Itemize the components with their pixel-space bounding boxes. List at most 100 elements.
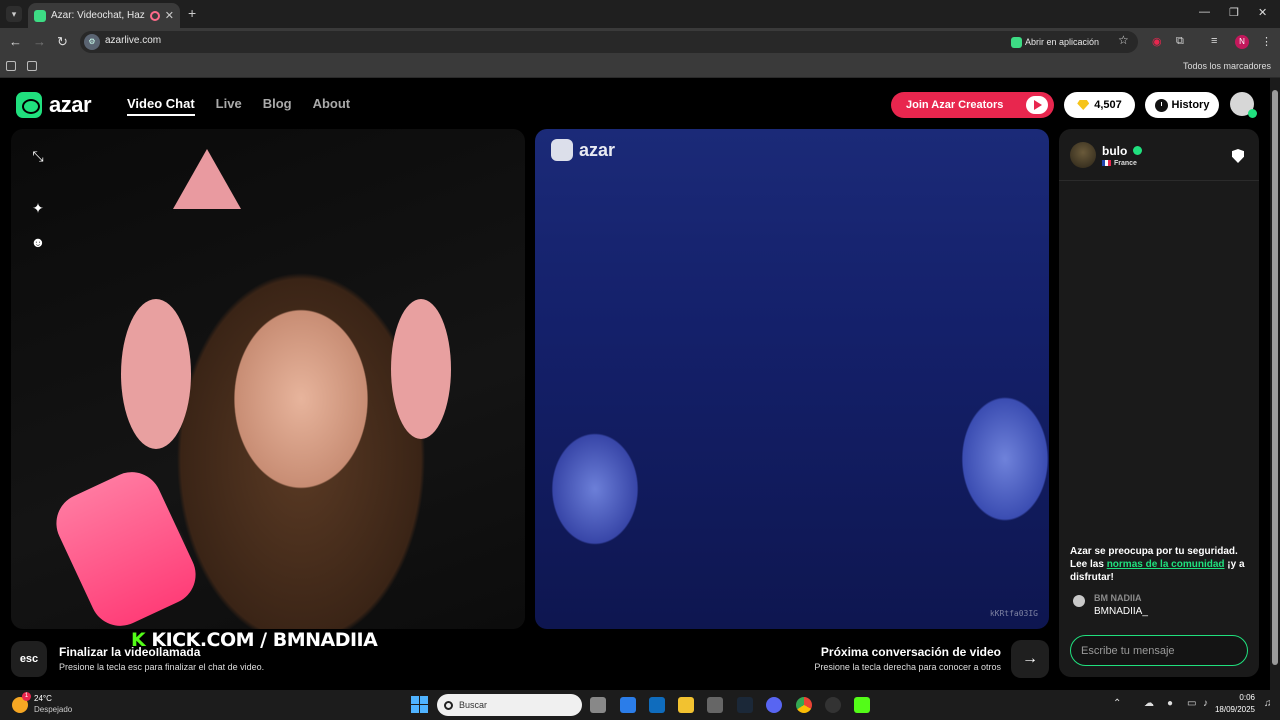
azar-favicon-icon bbox=[34, 9, 46, 22]
bookmark-star-icon[interactable]: ☆ bbox=[1118, 33, 1129, 47]
next-chat-title: Próxima conversación de video bbox=[820, 645, 1001, 659]
url-text: azarlive.com bbox=[105, 35, 162, 46]
report-shield-icon[interactable] bbox=[1232, 149, 1244, 163]
weather-badge: 1 bbox=[22, 692, 31, 701]
bookmark-page-icon[interactable] bbox=[6, 61, 16, 71]
effects-sparkle-icon[interactable]: ✦ bbox=[30, 200, 46, 216]
clock-icon bbox=[1154, 98, 1168, 112]
store-icon[interactable] bbox=[620, 697, 636, 713]
extension-icon[interactable]: ◉ bbox=[1152, 35, 1162, 48]
file-explorer-icon[interactable] bbox=[678, 697, 694, 713]
close-window-icon[interactable]: ✕ bbox=[1258, 6, 1267, 19]
history-button[interactable]: History bbox=[1145, 92, 1219, 118]
notifications-bell-icon[interactable]: ♫ bbox=[1264, 698, 1272, 709]
next-chat-arrow-icon[interactable]: → bbox=[1011, 640, 1049, 678]
community-guidelines-link[interactable]: normas de la comunidad bbox=[1107, 559, 1225, 570]
minimize-video-icon[interactable]: ⤡ bbox=[30, 148, 46, 164]
weather-condition: Despejado bbox=[34, 705, 73, 714]
minimize-window-icon[interactable]: — bbox=[1199, 6, 1210, 18]
kick-icon[interactable] bbox=[854, 697, 870, 713]
nav-live[interactable]: Live bbox=[216, 96, 242, 116]
browser-menu-icon[interactable]: ⋮ bbox=[1261, 35, 1272, 48]
tab-title: Azar: Videochat, Haz nuevo bbox=[51, 10, 145, 21]
nav-about[interactable]: About bbox=[313, 96, 351, 116]
stream-handle: KICK.COM / BMNADIIA bbox=[151, 629, 378, 651]
video-watermark: kKRtfa03IG bbox=[989, 609, 1038, 618]
main-nav: Video Chat Live Blog About bbox=[127, 96, 350, 116]
microphone-icon[interactable]: ● bbox=[1167, 698, 1173, 709]
back-arrow-icon[interactable]: ← bbox=[9, 34, 22, 49]
verified-badge-icon bbox=[1133, 146, 1142, 155]
network-icon[interactable]: ▭ bbox=[1187, 698, 1196, 709]
gems-count: 4,507 bbox=[1094, 99, 1122, 111]
browser-tab-azar[interactable]: Azar: Videochat, Haz nuevo ✕ bbox=[28, 3, 180, 28]
join-creators-label: Join Azar Creators bbox=[906, 99, 1004, 111]
end-call-button[interactable]: esc bbox=[11, 641, 47, 677]
open-in-app-label: Abrir en aplicación bbox=[1025, 37, 1100, 47]
chat-message-input[interactable] bbox=[1070, 635, 1248, 666]
play-icon bbox=[1026, 96, 1048, 114]
azar-video-logo: azar bbox=[551, 139, 615, 161]
all-bookmarks-link[interactable]: Todos los marcadores bbox=[1183, 61, 1271, 71]
message-text: BMNADIIA_ bbox=[1094, 606, 1148, 617]
obs-icon[interactable] bbox=[825, 697, 841, 713]
address-bar[interactable]: ⚙ azarlive.com Abrir en aplicación ☆ bbox=[80, 31, 1138, 53]
azar-logo-icon bbox=[551, 139, 573, 161]
bookmarks-bar: Todos los marcadores bbox=[0, 56, 1280, 78]
azar-logo-icon bbox=[16, 92, 42, 118]
partner-country: France bbox=[1102, 160, 1137, 167]
page-scrollbar[interactable] bbox=[1270, 78, 1280, 690]
apps-grid-icon[interactable] bbox=[27, 61, 37, 71]
profile-avatar[interactable]: N bbox=[1235, 35, 1249, 49]
chat-panel: bulo France Azar se preocupa por tu segu… bbox=[1059, 129, 1259, 677]
cloud-icon[interactable]: ☁ bbox=[1144, 698, 1154, 709]
partner-video: azar kKRtfa03IG bbox=[535, 129, 1049, 629]
azar-logo[interactable]: azar bbox=[16, 92, 92, 118]
clock-time[interactable]: 0:06 bbox=[1239, 693, 1255, 702]
nav-video-chat[interactable]: Video Chat bbox=[127, 96, 195, 116]
tray-chevron-icon[interactable]: ⌃ bbox=[1113, 698, 1121, 709]
taskbar-search[interactable]: Buscar bbox=[437, 694, 582, 716]
temperature: 24°C bbox=[34, 694, 52, 703]
steam-icon[interactable] bbox=[737, 697, 753, 713]
user-avatar[interactable] bbox=[1230, 92, 1257, 118]
site-info-icon[interactable]: ⚙ bbox=[84, 34, 100, 50]
gems-balance-button[interactable]: 4,507 bbox=[1064, 92, 1135, 118]
close-tab-icon[interactable]: ✕ bbox=[165, 9, 174, 22]
restore-window-icon[interactable]: ❐ bbox=[1229, 6, 1239, 19]
task-view-icon[interactable] bbox=[590, 697, 606, 713]
nav-blog[interactable]: Blog bbox=[263, 96, 292, 116]
new-tab-button[interactable]: + bbox=[188, 5, 196, 21]
kick-logo-letter: K bbox=[131, 629, 146, 651]
scrollbar-thumb[interactable] bbox=[1272, 90, 1278, 665]
outlook-icon[interactable] bbox=[649, 697, 665, 713]
photos-icon[interactable] bbox=[707, 697, 723, 713]
recording-indicator-icon bbox=[149, 10, 160, 21]
tab-search-icon[interactable]: ▾ bbox=[6, 6, 22, 22]
face-filter-icon[interactable]: ☻ bbox=[30, 234, 46, 250]
chrome-icon[interactable] bbox=[796, 697, 812, 713]
discord-icon[interactable] bbox=[766, 697, 782, 713]
windows-start-icon[interactable] bbox=[411, 696, 428, 713]
reload-icon[interactable]: ↻ bbox=[57, 34, 68, 50]
volume-icon[interactable]: ♪ bbox=[1203, 698, 1208, 709]
partner-avatar[interactable] bbox=[1070, 142, 1096, 168]
forward-arrow-icon[interactable]: → bbox=[33, 34, 46, 49]
azar-app-icon bbox=[1011, 36, 1022, 48]
next-chat-hint: Presione la tecla derecha para conocer a… bbox=[814, 662, 1001, 672]
logo-wordmark: azar bbox=[49, 92, 92, 117]
video-logo-wordmark: azar bbox=[579, 139, 616, 160]
online-status-dot bbox=[1248, 109, 1257, 118]
gem-icon bbox=[1077, 100, 1090, 110]
join-creators-button[interactable]: Join Azar Creators bbox=[891, 92, 1054, 118]
cat-ear-shape bbox=[173, 149, 241, 209]
clock-date[interactable]: 18/09/2025 bbox=[1215, 705, 1255, 714]
headphone-shape bbox=[391, 299, 451, 439]
extensions-puzzle-icon[interactable]: ⧉ bbox=[1176, 35, 1184, 48]
chat-divider bbox=[1059, 180, 1259, 181]
browser-tab-bar: ▾ Azar: Videochat, Haz nuevo ✕ + — ❐ ✕ bbox=[0, 0, 1280, 28]
headphone-shape bbox=[121, 299, 191, 449]
media-controls-icon[interactable]: ≡ bbox=[1211, 35, 1217, 47]
history-label: History bbox=[1171, 99, 1210, 111]
open-in-app-button[interactable]: Abrir en aplicación bbox=[1011, 33, 1099, 51]
